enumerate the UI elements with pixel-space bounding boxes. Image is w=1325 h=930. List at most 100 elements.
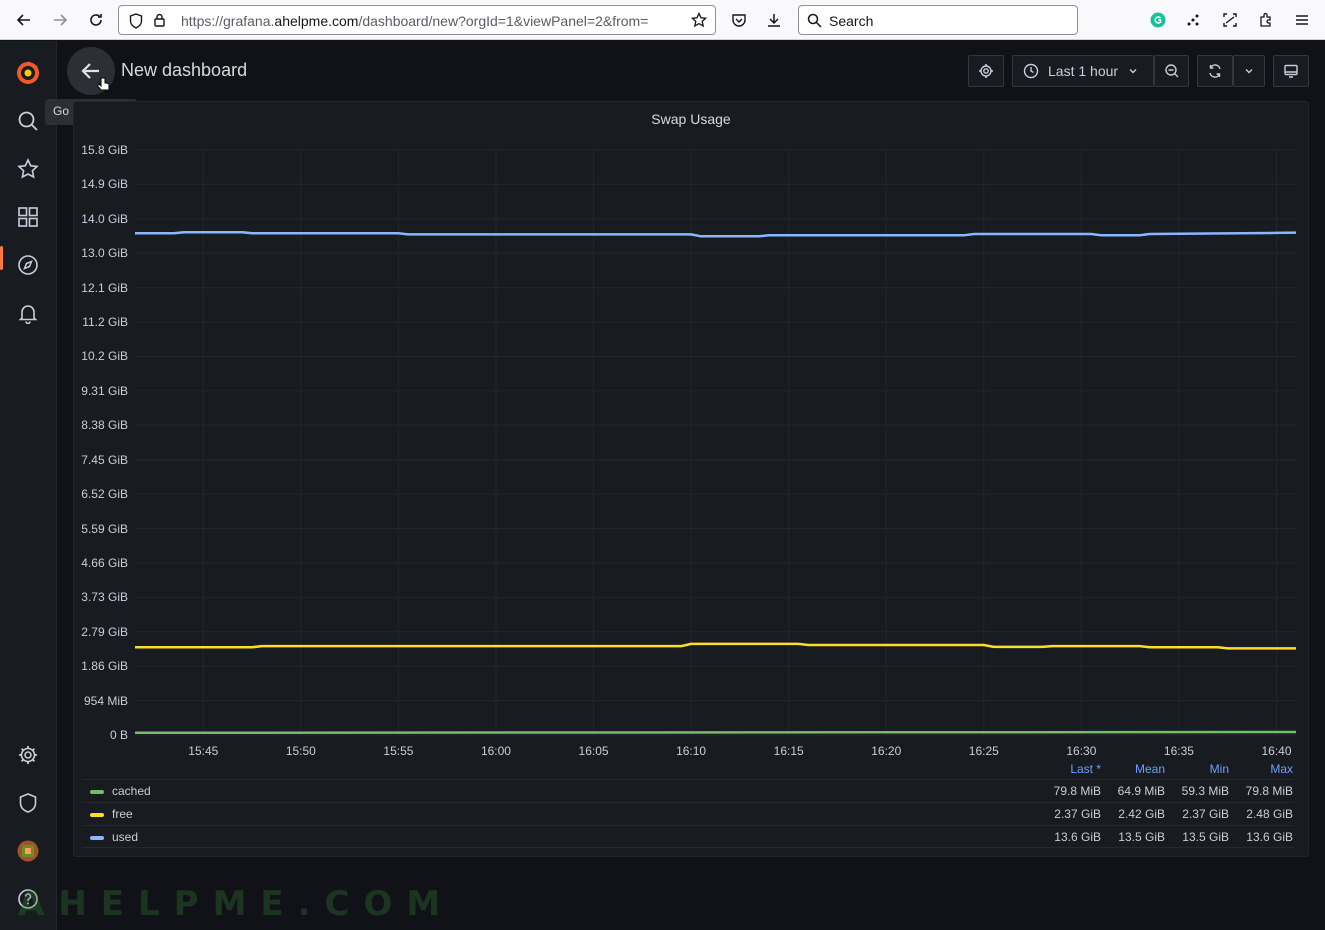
browser-toolbar: https://grafana.ahelpme.com/dashboard/ne…	[0, 0, 1325, 40]
refresh-interval-dropdown[interactable]	[1233, 55, 1265, 87]
legend-series-name[interactable]: free	[112, 807, 133, 821]
y-tick-label: 10.2 GiB	[81, 349, 128, 364]
time-range-label: Last 1 hour	[1048, 63, 1119, 79]
zoom-out-button[interactable]	[1154, 55, 1189, 87]
monitor-icon	[1284, 64, 1298, 78]
y-tick-label: 1.86 GiB	[81, 659, 128, 674]
grafana-sidebar	[0, 41, 57, 930]
x-tick-label: 16:25	[968, 744, 999, 758]
search-icon[interactable]	[14, 107, 42, 135]
legend-min: 59.3 MiB	[1181, 784, 1229, 798]
legend-header-last[interactable]: Last *	[1035, 762, 1101, 776]
menu-hamburger-icon[interactable]	[1290, 8, 1314, 32]
chevron-down-icon	[1129, 69, 1137, 74]
legend-min: 2.37 GiB	[1182, 807, 1229, 821]
legend-max: 79.8 MiB	[1245, 784, 1293, 798]
server-admin-shield-icon[interactable]	[14, 789, 42, 817]
time-range-picker[interactable]: Last 1 hour	[1012, 55, 1154, 87]
screenshot-icon[interactable]	[1218, 8, 1242, 32]
legend-swatch	[90, 836, 104, 840]
x-tick-label: 16:05	[578, 744, 609, 758]
starred-icon[interactable]	[14, 155, 42, 183]
legend-mean: 13.5 GiB	[1118, 830, 1165, 844]
legend-swatch	[90, 813, 104, 817]
watermark-logo: AHELPME.COM	[18, 884, 455, 924]
legend-mean: 2.42 GiB	[1118, 807, 1165, 821]
pocket-icon[interactable]	[727, 8, 751, 32]
x-tick-label: 16:35	[1163, 744, 1194, 758]
extension-dots-icon[interactable]	[1181, 8, 1205, 32]
legend-row-used[interactable]: used 13.6 GiB 13.5 GiB 13.5 GiB 13.6 GiB	[82, 825, 1294, 848]
legend-mean: 64.9 MiB	[1117, 784, 1165, 798]
hand-cursor-icon	[96, 76, 112, 99]
download-icon[interactable]	[762, 8, 786, 32]
series-line-used[interactable]	[135, 230, 1297, 238]
tv-mode-button[interactable]	[1273, 55, 1309, 87]
x-tick-label: 16:30	[1066, 744, 1097, 758]
y-tick-label: 9.31 GiB	[81, 383, 128, 398]
bookmark-star-icon[interactable]	[690, 11, 708, 33]
clock-icon	[1023, 63, 1039, 79]
alerting-bell-icon[interactable]	[14, 299, 42, 327]
legend-min: 13.5 GiB	[1182, 830, 1229, 844]
dashboard-title[interactable]: New dashboard	[121, 60, 247, 81]
y-tick-label: 5.59 GiB	[81, 521, 128, 536]
legend-swatch	[90, 790, 104, 794]
x-tick-label: 16:40	[1261, 744, 1292, 758]
refresh-button[interactable]	[1197, 55, 1233, 87]
y-tick-label: 8.38 GiB	[81, 418, 128, 433]
dashboard-settings-button[interactable]	[968, 55, 1004, 87]
legend-header-max[interactable]: Max	[1229, 762, 1293, 776]
url-text[interactable]: https://grafana.ahelpme.com/dashboard/ne…	[181, 13, 681, 29]
lock-icon[interactable]	[152, 12, 168, 33]
legend-series-name[interactable]: used	[112, 830, 138, 844]
forward-arrow-icon[interactable]	[48, 8, 72, 32]
url-bar[interactable]: https://grafana.ahelpme.com/dashboard/ne…	[118, 5, 716, 35]
extensions-puzzle-icon[interactable]	[1254, 8, 1278, 32]
x-tick-label: 15:50	[285, 744, 316, 758]
search-placeholder: Search	[829, 13, 874, 29]
dashboards-icon[interactable]	[14, 203, 42, 231]
y-tick-label: 11.2 GiB	[82, 315, 128, 330]
series-line-cached[interactable]	[134, 730, 1297, 735]
user-avatar-icon[interactable]	[14, 837, 42, 865]
y-tick-label: 0 B	[109, 728, 128, 742]
explore-compass-icon[interactable]	[14, 251, 42, 279]
legend-last: 13.6 GiB	[1054, 830, 1101, 844]
y-tick-label: 6.52 GiB	[81, 487, 128, 502]
swap-usage-chart[interactable]	[74, 102, 1310, 762]
y-tick-label: 14.0 GiB	[81, 211, 128, 226]
legend-header-min[interactable]: Min	[1165, 762, 1229, 776]
y-tick-label: 3.73 GiB	[81, 590, 128, 605]
legend-row-cached[interactable]: cached 79.8 MiB 64.9 MiB 59.3 MiB 79.8 M…	[82, 779, 1294, 802]
x-tick-label: 16:15	[773, 744, 804, 758]
active-indicator	[0, 246, 3, 270]
reload-icon[interactable]	[84, 8, 108, 32]
grammarly-icon[interactable]	[1146, 8, 1170, 32]
legend-series-name[interactable]: cached	[112, 784, 151, 798]
legend-last: 2.37 GiB	[1054, 807, 1101, 821]
legend-row-free[interactable]: free 2.37 GiB 2.42 GiB 2.37 GiB 2.48 GiB	[82, 802, 1294, 825]
legend-header-mean[interactable]: Mean	[1101, 762, 1165, 776]
chevron-down-icon	[1245, 69, 1253, 74]
y-tick-label: 12.1 GiB	[81, 280, 128, 295]
refresh-icon	[1209, 64, 1221, 78]
back-arrow-icon[interactable]	[12, 8, 36, 32]
y-tick-label: 7.45 GiB	[81, 452, 128, 467]
x-tick-label: 15:45	[188, 744, 219, 758]
configuration-gear-icon[interactable]	[14, 741, 42, 769]
browser-search-input[interactable]: Search	[798, 5, 1078, 35]
shield-icon[interactable]	[129, 13, 143, 34]
legend-max: 13.6 GiB	[1246, 830, 1293, 844]
search-icon	[807, 13, 822, 33]
x-tick-label: 16:10	[676, 744, 707, 758]
y-tick-label: 4.66 GiB	[81, 555, 128, 570]
legend-last: 79.8 MiB	[1053, 784, 1101, 798]
grafana-logo-icon[interactable]	[14, 59, 42, 87]
series-line-free[interactable]	[135, 642, 1296, 650]
y-tick-label: 13.0 GiB	[81, 246, 128, 261]
graph-panel: Swap Usage 15.8 GiB 14.9 GiB 14.0 GiB 13.0 …	[73, 101, 1309, 857]
legend-max: 2.48 GiB	[1246, 807, 1293, 821]
y-tick-label: 2.79 GiB	[81, 624, 128, 639]
x-tick-label: 16:00	[480, 744, 511, 758]
